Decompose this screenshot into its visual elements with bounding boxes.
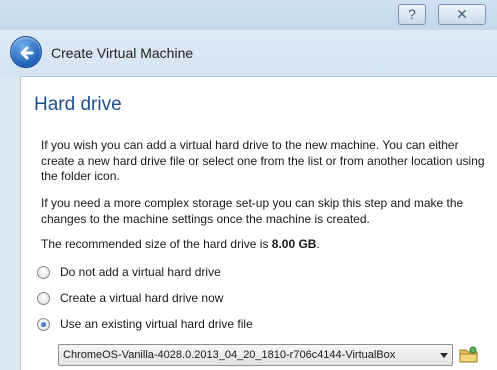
choose-disk-folder-button[interactable] bbox=[459, 345, 479, 365]
help-button[interactable]: ? bbox=[398, 4, 426, 25]
radio-use-existing-hard-drive[interactable]: Use an existing virtual hard drive file bbox=[37, 315, 253, 333]
radio-label: Do not add a virtual hard drive bbox=[60, 265, 221, 279]
wizard-header: Create Virtual Machine bbox=[0, 30, 497, 76]
radio-label: Create a virtual hard drive now bbox=[60, 291, 224, 305]
window-titlebar: ? ✕ bbox=[0, 0, 497, 30]
radio-no-hard-drive[interactable]: Do not add a virtual hard drive bbox=[37, 263, 221, 281]
radio-button[interactable] bbox=[37, 291, 50, 305]
description-paragraph-2: If you need a more complex storage set-u… bbox=[41, 196, 464, 226]
wizard-content: Hard drive If you wish you can add a vir… bbox=[20, 76, 497, 370]
recommended-size-value: 8.00 GB bbox=[271, 237, 317, 251]
existing-disk-value: ChromeOS-Vanilla-4028.0.2013_04_20_1810-… bbox=[63, 349, 396, 361]
radio-button[interactable] bbox=[37, 265, 50, 279]
page-title: Hard drive bbox=[34, 94, 122, 115]
description-paragraph-1: If you wish you can add a virtual hard d… bbox=[41, 138, 485, 184]
back-button[interactable] bbox=[10, 36, 42, 68]
radio-button-checked[interactable] bbox=[37, 317, 50, 331]
close-button[interactable]: ✕ bbox=[438, 4, 486, 25]
radio-label: Use an existing virtual hard drive file bbox=[60, 317, 253, 331]
chevron-down-icon[interactable] bbox=[440, 353, 448, 358]
folder-icon bbox=[459, 346, 478, 363]
wizard-title: Create Virtual Machine bbox=[51, 45, 194, 61]
radio-create-hard-drive[interactable]: Create a virtual hard drive now bbox=[37, 289, 223, 307]
back-arrow-icon bbox=[20, 46, 34, 60]
existing-disk-select[interactable]: ChromeOS-Vanilla-4028.0.2013_04_20_1810-… bbox=[58, 344, 453, 366]
recommended-size-text: The recommended size of the hard drive i… bbox=[41, 237, 320, 251]
